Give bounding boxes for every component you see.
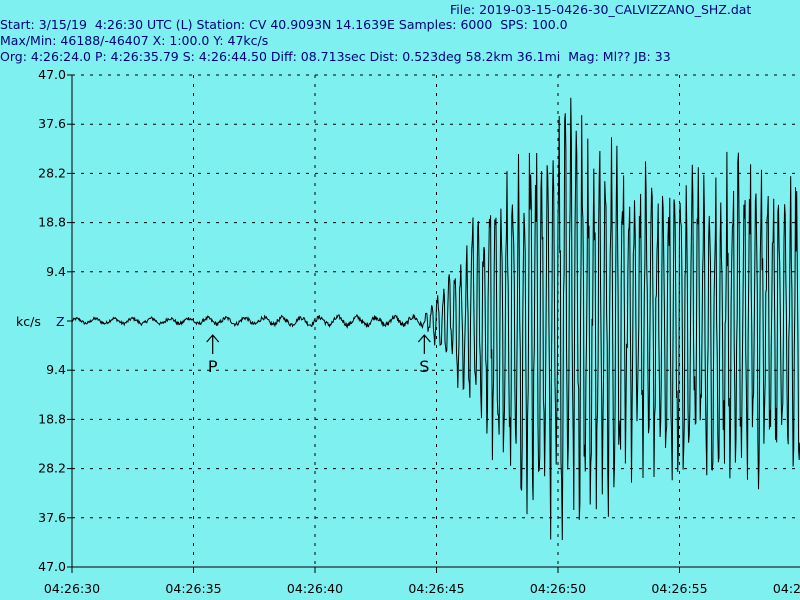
x-tick-label: 04:26:45 [408, 581, 464, 596]
pick-p: P [206, 334, 220, 376]
y-tick-label: 9.4 [46, 264, 66, 279]
y-tick-label: 37.6 [38, 116, 66, 131]
y-tick-label: 28.2 [38, 165, 66, 180]
seismogram-chart: 47.0 37.6 28.2 18.8 9.4 9.4 18.8 28.2 37.6 47.0 0… [38, 67, 800, 596]
y-tick-label: 28.2 [38, 461, 66, 476]
seismogram-trace [71, 97, 800, 541]
y-tick-label: 18.8 [38, 411, 66, 426]
x-axis-ticks: 04:26:30 04:26:35 04:26:40 04:26:45 04:26:50… [44, 581, 800, 596]
y-axis-ticks: 47.0 37.6 28.2 18.8 9.4 9.4 18.8 28.2 37.6 47.0 [38, 67, 66, 574]
pick-label: P [208, 357, 218, 376]
x-tick-label: 04:26:35 [165, 581, 221, 596]
y-tick-label: 37.6 [38, 510, 66, 525]
pick-s: S [417, 334, 431, 376]
pick-label: S [419, 357, 429, 376]
y-tick-label: 18.8 [38, 215, 66, 230]
y-tick-label: 47.0 [38, 67, 66, 82]
x-tick-label: 04:26:40 [287, 581, 343, 596]
x-tick-label: 04:26:50 [530, 581, 586, 596]
x-tick-label: 04:26:55 [651, 581, 707, 596]
x-tick-label: 04:27:00 [773, 581, 800, 596]
x-tick-label: 04:26:30 [44, 581, 100, 596]
y-tick-label: 9.4 [46, 362, 66, 377]
y-tick-label: 47.0 [38, 559, 66, 574]
